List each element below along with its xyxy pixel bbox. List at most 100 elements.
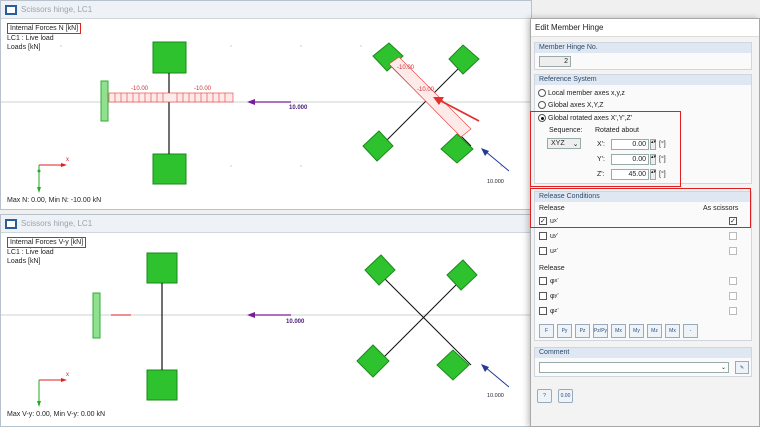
force-diagram <box>108 92 234 103</box>
bottom-info: Internal Forces V-y [kN] LC1 : Live load… <box>7 237 87 266</box>
hinge-type-button[interactable]: Mx <box>665 324 680 338</box>
hinge-type-button[interactable]: Pz/Py <box>593 324 608 338</box>
load-value: 10.000 <box>487 393 504 399</box>
radio-global-rotated-axes[interactable]: Global rotated axes X',Y',Z' <box>538 114 632 122</box>
rotation-x-input[interactable]: 0.00 <box>611 139 649 150</box>
support-block <box>448 44 480 75</box>
release-uz-row[interactable]: u z' <box>539 247 558 255</box>
radio-global-axes[interactable]: Global axes X,Y,Z <box>538 101 604 109</box>
chevron-down-icon: ⌄ <box>720 365 726 371</box>
hinge-type-button[interactable]: Pz <box>575 324 590 338</box>
chevron-down-icon: ⌄ <box>572 140 579 148</box>
force-label: -10.00 <box>194 86 212 92</box>
radio-button[interactable] <box>538 114 546 122</box>
loads-label: Loads [kN] <box>7 44 41 51</box>
release-phiy-checkbox[interactable] <box>539 292 547 300</box>
rotation-z-row: Z': 45.00 ▴▾ [°] <box>597 169 666 180</box>
load-arrow <box>484 366 510 388</box>
load-arrowhead <box>247 312 255 318</box>
hinge-type-button[interactable]: My <box>629 324 644 338</box>
support-hatch <box>100 80 109 122</box>
force-label: -10.00 <box>131 86 149 92</box>
scissors-phix-checkbox[interactable] <box>729 277 737 285</box>
comment-field[interactable]: ⌄ <box>539 362 729 373</box>
scissors-uy-checkbox[interactable] <box>729 232 737 240</box>
hinge-type-button[interactable]: Mx <box>611 324 626 338</box>
support-block <box>152 153 187 185</box>
reference-system-section: Reference System Local member axes x,y,z… <box>534 74 752 184</box>
support-block <box>364 254 396 286</box>
section-header: Release Conditions <box>535 192 751 202</box>
support-block <box>440 133 474 164</box>
section-header: Reference System <box>535 75 751 85</box>
support-block <box>356 344 390 378</box>
rotation-z-input[interactable]: 45.00 <box>611 169 649 180</box>
load-arrow <box>484 150 510 172</box>
svg-text:x: x <box>66 372 69 378</box>
as-scissors-label: As scissors <box>703 205 739 212</box>
release-phiz-row[interactable]: φ z' <box>539 307 559 315</box>
support-block <box>436 349 470 381</box>
hinge-type-toolbar: F Py Pz Pz/Py Mx My Mz Mx - <box>539 324 698 338</box>
dialog-footer-buttons: ? 0.00 <box>537 389 573 403</box>
hinge-type-button[interactable]: F <box>539 324 554 338</box>
support-block <box>152 41 187 74</box>
load-value: 10.000 <box>487 179 504 185</box>
scissors-ux-checkbox[interactable] <box>729 217 737 225</box>
support-block <box>362 130 394 162</box>
release-phix-checkbox[interactable] <box>539 277 547 285</box>
rotation-x-row: X': 0.00 ▴▾ [°] <box>597 139 666 150</box>
release-uy-checkbox[interactable] <box>539 232 547 240</box>
release-ux-row[interactable]: ux' <box>539 217 558 225</box>
hinge-no-section: Member Hinge No. 2 <box>534 42 752 70</box>
scissors-phiy-checkbox[interactable] <box>729 292 737 300</box>
internal-forces-title: Internal Forces N [kN] <box>7 23 82 34</box>
release-uy-row[interactable]: u y' <box>539 232 558 240</box>
release-label: Release <box>539 205 565 212</box>
sequence-select[interactable]: XYZ ⌄ <box>547 138 581 149</box>
bottom-view-pane[interactable]: Scissors hinge, LC1 10.000 x 10.000 Inte… <box>0 214 532 427</box>
hinge-type-button[interactable]: Mz <box>647 324 662 338</box>
support-block <box>146 369 178 401</box>
result-summary: Max V-y: 0.00, Min V-y: 0.00 kN <box>7 411 106 418</box>
release-ux-checkbox[interactable] <box>539 217 547 225</box>
scissors-uz-checkbox[interactable] <box>729 247 737 255</box>
hinge-type-button[interactable]: Py <box>557 324 572 338</box>
load-case-label: LC1 : Live load <box>7 249 54 256</box>
radio-button[interactable] <box>538 101 546 109</box>
rotation-y-row: Y': 0.00 ▴▾ [°] <box>597 154 666 165</box>
result-summary: Max N: 0.00, Min N: -10.00 kN <box>7 197 102 204</box>
comment-library-button[interactable]: ✎ <box>735 361 749 374</box>
spin-icon[interactable]: ▴▾ <box>650 169 656 180</box>
spin-icon[interactable]: ▴▾ <box>650 154 656 165</box>
load-arrowhead <box>247 99 255 105</box>
top-view-pane[interactable]: Scissors hinge, LC1 -10.00 -10.00 10.000… <box>0 0 532 210</box>
internal-forces-title: Internal Forces V-y [kN] <box>7 237 87 248</box>
hinge-no-field[interactable]: 2 <box>539 56 571 67</box>
loads-label: Loads [kN] <box>7 258 41 265</box>
release-phiz-checkbox[interactable] <box>539 307 547 315</box>
edit-member-hinge-dialog[interactable]: Edit Member Hinge Member Hinge No. 2 Ref… <box>530 18 760 427</box>
units-icon[interactable]: 0.00 <box>558 389 573 403</box>
release-phiy-row[interactable]: φ y' <box>539 292 559 300</box>
radio-local-axes[interactable]: Local member axes x,y,z <box>538 89 625 97</box>
scissors-phiz-checkbox[interactable] <box>729 307 737 315</box>
release-phix-row[interactable]: φ x' <box>539 277 559 285</box>
sequence-label: Sequence: <box>549 127 583 134</box>
radio-button[interactable] <box>538 89 546 97</box>
svg-text:x: x <box>66 157 69 163</box>
load-value: 10.000 <box>286 319 305 325</box>
spin-icon[interactable]: ▴▾ <box>650 139 656 150</box>
support-block <box>446 259 478 291</box>
hinge-type-button[interactable]: - <box>683 324 698 338</box>
support-hatch <box>92 292 101 339</box>
comment-section: Comment ⌄ ✎ <box>534 347 752 377</box>
section-header: Member Hinge No. <box>535 43 751 53</box>
rotation-y-input[interactable]: 0.00 <box>611 154 649 165</box>
force-label: -10.00 <box>417 87 435 93</box>
release-label-2: Release <box>539 265 565 272</box>
release-uz-checkbox[interactable] <box>539 247 547 255</box>
help-icon[interactable]: ? <box>537 389 552 403</box>
section-header: Comment <box>535 348 751 358</box>
rotated-about-label: Rotated about <box>595 127 639 134</box>
